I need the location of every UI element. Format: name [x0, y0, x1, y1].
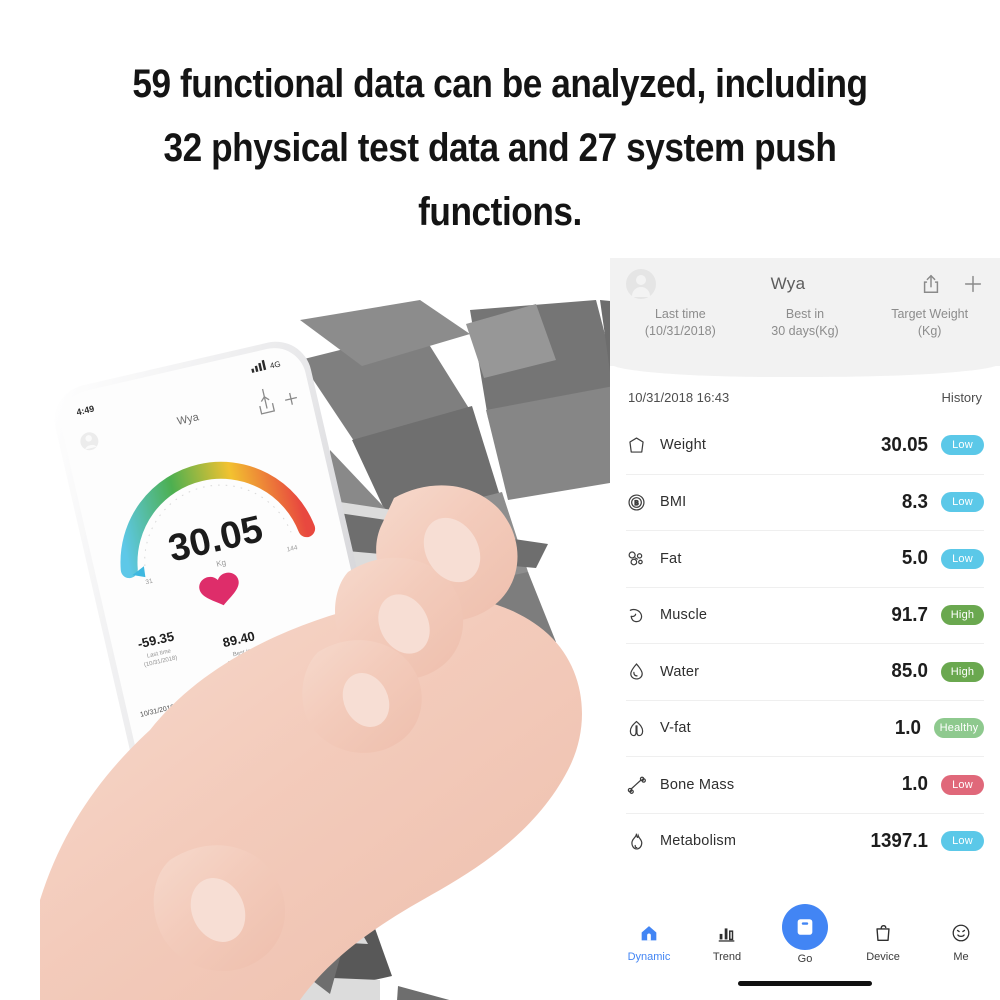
muscle-icon: [626, 605, 660, 626]
chart-icon: [688, 918, 766, 948]
device-icon: [844, 918, 922, 948]
status-badge: Low: [941, 435, 984, 456]
go-button[interactable]: [782, 904, 828, 950]
share-icon[interactable]: [920, 273, 942, 295]
header-stats: Last time (10/31/2018) Best in 30 days(K…: [610, 304, 1000, 340]
status-badge: Low: [941, 548, 984, 569]
panel-header-top: Wya: [610, 258, 1000, 304]
metrics-list: Weight 30.05 Low B BMI 8.3 Low Fat 5.0 L…: [610, 417, 1000, 869]
user-avatar-icon[interactable]: [626, 269, 656, 299]
metric-label: Water: [660, 663, 700, 680]
metric-value: 1.0: [901, 773, 928, 796]
headline-line-1: 59 functional data can be analyzed, incl…: [132, 62, 868, 106]
metric-label: Bone Mass: [660, 776, 735, 793]
water-icon: [626, 661, 660, 682]
stat-last-time: Last time (10/31/2018): [618, 306, 743, 340]
table-row[interactable]: Weight 30.05 Low: [626, 417, 984, 474]
tab-go[interactable]: Go: [766, 904, 844, 965]
metric-value: 30.05: [880, 433, 928, 456]
table-row[interactable]: V-fat 1.0 Healthy: [626, 699, 984, 757]
status-badge: Low: [941, 831, 984, 852]
metric-label: V-fat: [660, 720, 691, 737]
profile-name: Wya: [770, 274, 806, 293]
bmi-icon: B: [626, 492, 660, 513]
metric-label: Metabolism: [660, 833, 737, 850]
metric-value: 1397.1: [870, 829, 928, 852]
tab-dynamic[interactable]: Dynamic: [610, 918, 688, 963]
status-badge: Low: [941, 492, 984, 513]
tab-me[interactable]: Me: [922, 918, 1000, 963]
metric-label: Fat: [660, 550, 682, 567]
status-badge: Low: [941, 774, 984, 795]
home-icon: [610, 918, 688, 948]
stat-best-in-30-days: Best in 30 days(Kg): [743, 306, 868, 340]
app-screen-panel: Wya Last time (10/31/2018) Best in 30 da…: [610, 258, 1000, 1000]
table-row[interactable]: B BMI 8.3 Low: [626, 473, 984, 531]
tab-trend[interactable]: Trend: [688, 918, 766, 963]
history-link[interactable]: History: [942, 390, 982, 405]
headline-line-3: functions.: [418, 190, 582, 234]
metric-label: Weight: [660, 437, 707, 454]
tab-device-label: Device: [866, 951, 900, 963]
table-row[interactable]: Muscle 91.7 High: [626, 586, 984, 644]
headline-line-2: 32 physical test data and 27 system push: [163, 126, 837, 170]
stat-last-time-line2: (10/31/2018): [644, 324, 716, 338]
measurement-date: 10/31/2018 16:43: [628, 390, 730, 405]
tab-dynamic-label: Dynamic: [627, 951, 671, 963]
stat-target-line2: (Kg): [917, 324, 942, 338]
stat-best-line2: 30 days(Kg): [771, 324, 839, 338]
panel-header-actions: [920, 273, 984, 295]
bone-icon: [626, 774, 660, 795]
tab-go-label: Go: [797, 953, 813, 965]
weight-icon: [626, 435, 660, 456]
tab-device[interactable]: Device: [844, 918, 922, 963]
home-indicator: [738, 981, 872, 986]
visceral-fat-icon: [626, 718, 660, 739]
table-row[interactable]: Fat 5.0 Low: [626, 530, 984, 587]
plus-icon[interactable]: [962, 273, 984, 295]
hand-holding-phone-illustration: 4:49 4G Wya 30.05 Kg 31 144 -59.35 Last …: [0, 300, 660, 1000]
stat-target-line1: Target Weight: [891, 307, 969, 321]
page-title: 59 functional data can be analyzed, incl…: [60, 52, 940, 244]
tab-trend-label: Trend: [712, 951, 742, 963]
metric-label: BMI: [660, 494, 687, 511]
svg-text:B: B: [634, 500, 638, 507]
tab-me-label: Me: [953, 951, 969, 963]
page-root: 59 functional data can be analyzed, incl…: [0, 0, 1000, 1000]
scale-icon: [797, 919, 813, 935]
bottom-navigation: Dynamic Trend Go Device Me: [610, 904, 1000, 1000]
metric-value: 5.0: [901, 547, 928, 570]
panel-header: Wya Last time (10/31/2018) Best in 30 da…: [610, 258, 1000, 377]
status-badge: High: [941, 605, 984, 626]
status-badge: High: [941, 661, 984, 682]
status-badge: Healthy: [934, 718, 984, 739]
table-row[interactable]: Metabolism 1397.1 Low: [626, 812, 984, 870]
table-row[interactable]: Water 85.0 High: [626, 643, 984, 700]
metric-value: 8.3: [901, 490, 928, 513]
fat-icon: [626, 548, 660, 569]
stat-last-time-line1: Last time: [654, 307, 706, 321]
metabolism-icon: [626, 831, 660, 852]
stat-target-weight: Target Weight (Kg): [867, 306, 992, 340]
lowpoly-artwork: 4:49 4G Wya 30.05 Kg 31 144 -59.35 Last …: [40, 300, 660, 1000]
metric-label: Muscle: [660, 607, 708, 624]
metric-value: 91.7: [891, 603, 928, 626]
smiley-icon: [922, 918, 1000, 948]
table-row[interactable]: Bone Mass 1.0 Low: [626, 756, 984, 813]
metric-value: 85.0: [891, 660, 928, 683]
stat-best-line1: Best in: [785, 307, 825, 321]
metric-value: 1.0: [894, 716, 921, 739]
